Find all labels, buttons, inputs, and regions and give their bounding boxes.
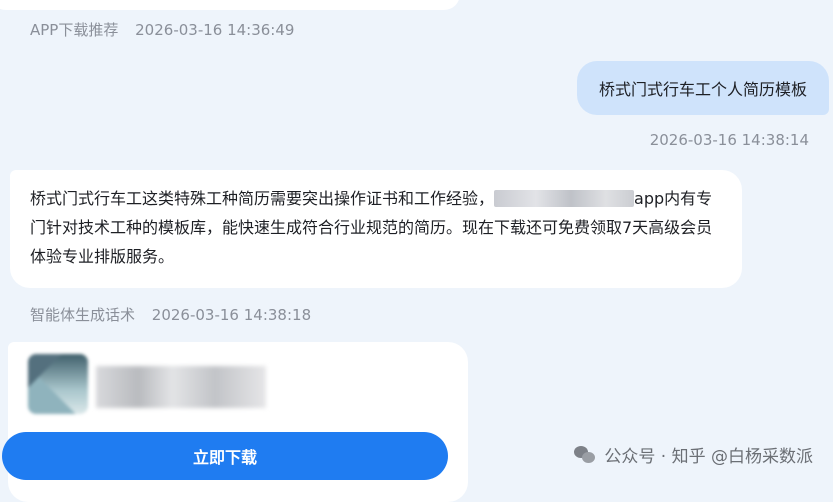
timestamp: 2026-03-16 14:38:18 bbox=[151, 306, 312, 324]
timestamp: 2026-03-16 14:38:14 bbox=[649, 131, 809, 149]
watermark: 公众号 · 知乎 @白杨采数派 bbox=[574, 442, 813, 467]
user-message-bubble: 桥式门式行车工个人简历模板 bbox=[576, 61, 829, 115]
sender-label: 智能体生成话术 bbox=[30, 306, 136, 324]
redacted-app-name bbox=[494, 190, 635, 207]
user-message-text: 桥式门式行车工个人简历模板 bbox=[598, 80, 807, 99]
app-icon bbox=[28, 354, 88, 414]
bot-message-bubble: 桥式门式行车工这类特殊工种简历需要突出操作证书和工作经验， app内有专门针对技术… bbox=[10, 170, 742, 288]
user-message-meta: 2026-03-16 14:38:14 bbox=[650, 131, 809, 149]
message-meta-app-recommend: APP下载推荐 2026-03-16 14:36:49 bbox=[30, 19, 294, 40]
wechat-icon bbox=[574, 445, 596, 464]
bot-message-text-before: 桥式门式行车工这类特殊工种简历需要突出操作证书和工作经验， bbox=[30, 189, 495, 208]
previous-message-bubble bbox=[0, 0, 460, 10]
watermark-text: 公众号 · 知乎 @白杨采数派 bbox=[604, 447, 813, 467]
sender-label: APP下载推荐 bbox=[30, 21, 119, 39]
app-download-card: 立即下载 bbox=[2, 342, 468, 502]
bot-message-meta: 智能体生成话术 2026-03-16 14:38:18 bbox=[30, 304, 311, 325]
redacted-app-info bbox=[96, 366, 266, 408]
timestamp: 2026-03-16 14:36:49 bbox=[135, 21, 295, 39]
download-now-button[interactable]: 立即下载 bbox=[2, 432, 448, 480]
